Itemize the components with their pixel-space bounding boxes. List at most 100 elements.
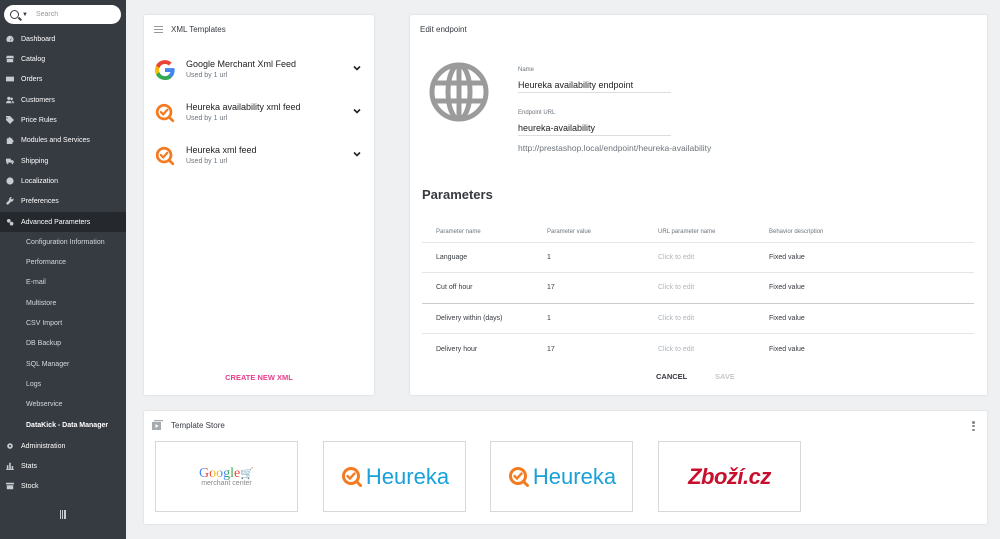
create-new-xml-button[interactable]: CREATE NEW XML <box>144 373 374 382</box>
template-name: Google Merchant Xml Feed <box>186 59 297 69</box>
behavior-cell[interactable]: Fixed value <box>755 272 974 303</box>
caret-down-icon[interactable]: ▼ <box>22 12 28 18</box>
submenu-item-performance[interactable]: Performance <box>26 256 66 270</box>
tag-icon <box>5 116 14 125</box>
wrench-icon <box>5 197 14 206</box>
sidebar-item-modules[interactable]: Modules and Services <box>0 130 126 150</box>
card-title: XML Templates <box>171 25 226 34</box>
submenu-item-csv-import[interactable]: CSV Import <box>26 317 62 331</box>
submenu-item-multistore[interactable]: Multistore <box>26 297 56 311</box>
sidebar-item-dashboard[interactable]: Dashboard <box>0 29 126 49</box>
heureka-icon <box>155 103 175 123</box>
sidebar-item-orders[interactable]: Orders <box>0 69 126 89</box>
sidebar-item-label: Preferences <box>21 197 59 205</box>
template-store-card: Template Store Google🛒 merchant center H… <box>144 411 987 524</box>
sidebar-item-stats[interactable]: Stats <box>0 456 126 476</box>
search-icon[interactable] <box>10 10 19 19</box>
more-vert-icon[interactable] <box>972 421 975 431</box>
chevron-down-icon[interactable] <box>352 63 362 73</box>
merchant-center-text: merchant center <box>201 480 252 487</box>
table-row: Cut off hour 17 Click to edit Fixed valu… <box>422 272 974 303</box>
submenu-item-datakick[interactable]: DataKick - Data Manager <box>26 419 108 433</box>
sidebar-item-price-rules[interactable]: Price Rules <box>0 110 126 130</box>
globe-icon <box>429 62 489 122</box>
template-usage: Used by 1 url <box>186 115 228 122</box>
column-header: Behavior description <box>769 228 824 235</box>
template-name: Heureka availability xml feed <box>186 102 301 112</box>
template-item-heureka-availability[interactable]: Heureka availability xml feed Used by 1 … <box>154 100 364 130</box>
template-usage: Used by 1 url <box>186 158 228 165</box>
parameters-table: Parameter name Parameter value URL param… <box>422 222 974 364</box>
submenu-item-sql-manager[interactable]: SQL Manager <box>26 358 69 372</box>
sidebar-item-label: Stats <box>21 462 37 470</box>
store-tile-zbozi[interactable]: Zboží.cz <box>658 441 801 512</box>
param-value[interactable]: 17 <box>533 272 644 303</box>
sidebar-item-stock[interactable]: Stock <box>0 476 126 496</box>
param-value[interactable]: 1 <box>533 241 644 273</box>
puzzle-icon <box>5 136 14 145</box>
behavior-cell[interactable]: Fixed value <box>755 241 974 273</box>
store-tile-heureka[interactable]: Heureka <box>323 441 466 512</box>
param-name: Language <box>422 241 533 273</box>
url-param-cell[interactable]: Click to edit <box>644 302 755 334</box>
sidebar-item-label: Stock <box>21 482 39 490</box>
full-url-text: http://prestashop.local/endpoint/heureka… <box>518 143 712 153</box>
url-param-cell[interactable]: Click to edit <box>644 333 755 364</box>
sidebar-item-catalog[interactable]: Catalog <box>0 49 126 69</box>
table-row: Delivery hour 17 Click to edit Fixed val… <box>422 333 974 364</box>
store-tile-google-merchant[interactable]: Google🛒 merchant center <box>155 441 298 512</box>
chevron-down-icon[interactable] <box>352 149 362 159</box>
submenu-item-webservice[interactable]: Webservice <box>26 398 62 412</box>
sidebar-item-label: Orders <box>21 75 43 83</box>
sidebar-item-localization[interactable]: Localization <box>0 171 126 191</box>
heureka-wordmark: Heureka <box>532 463 617 489</box>
param-name: Cut off hour <box>422 272 533 303</box>
bar-chart-icon <box>5 462 14 471</box>
column-header: URL parameter name <box>658 228 716 235</box>
sidebar-item-preferences[interactable]: Preferences <box>0 191 126 211</box>
template-item-heureka[interactable]: Heureka xml feed Used by 1 url <box>154 143 364 173</box>
heureka-logo: Heureka <box>340 464 449 490</box>
behavior-cell[interactable]: Fixed value <box>755 302 974 334</box>
edit-endpoint-card: Edit endpoint Name Heureka availability … <box>410 15 987 395</box>
template-item-google[interactable]: Google Merchant Xml Feed Used by 1 url <box>154 57 364 87</box>
store-tile-heureka-availability[interactable]: Heureka <box>490 441 633 512</box>
submenu-item-db-backup[interactable]: DB Backup <box>26 337 61 351</box>
sidebar-item-administration[interactable]: Administration <box>0 436 126 456</box>
heureka-icon <box>341 466 362 487</box>
chevron-down-icon[interactable] <box>352 106 362 116</box>
url-param-cell[interactable]: Click to edit <box>644 241 755 273</box>
search-input[interactable] <box>35 11 106 18</box>
table-header-row: Parameter name Parameter value URL param… <box>422 222 974 242</box>
url-param-cell[interactable]: Click to edit <box>644 272 755 303</box>
param-value[interactable]: 17 <box>533 333 644 364</box>
submenu-item-configuration-information[interactable]: Configuration Information <box>26 236 105 250</box>
behavior-cell[interactable]: Fixed value <box>755 333 974 364</box>
account-circle-icon <box>5 96 14 105</box>
param-value[interactable]: 1 <box>533 302 644 334</box>
table-row: Delivery within (days) 1 Click to edit F… <box>422 302 974 334</box>
sidebar-item-label: Administration <box>21 442 66 450</box>
sidebar-item-customers[interactable]: Customers <box>0 90 126 110</box>
collapse-menu-icon[interactable] <box>60 510 67 519</box>
submenu-item-email[interactable]: E-mail <box>26 276 46 290</box>
sidebar-item-advanced-parameters[interactable]: Advanced Parameters <box>0 212 126 232</box>
google-merchant-logo: Google🛒 merchant center <box>199 466 254 487</box>
sidebar-item-label: Dashboard <box>21 35 56 43</box>
cancel-button[interactable]: CANCEL <box>656 372 687 381</box>
save-button[interactable]: SAVE <box>715 372 735 381</box>
heureka-wordmark: Heureka <box>365 463 450 489</box>
endpoint-url-field[interactable]: heureka-availability <box>518 123 671 136</box>
table-row: Language 1 Click to edit Fixed value <box>422 241 974 273</box>
card-title: Edit endpoint <box>420 25 467 34</box>
name-field[interactable]: Heureka availability endpoint <box>518 80 671 93</box>
endpoint-url-label: Endpoint URL <box>518 110 556 116</box>
sidebar: ▼ Dashboard Catalog Orders Customers Pri… <box>0 0 126 539</box>
sidebar-item-shipping[interactable]: Shipping <box>0 151 126 171</box>
sidebar-item-label: Modules and Services <box>21 136 90 144</box>
zbozi-logo: Zboží.cz <box>688 463 771 489</box>
name-label: Name <box>518 67 535 73</box>
submenu-item-logs[interactable]: Logs <box>26 378 41 392</box>
param-name: Delivery hour <box>422 333 533 364</box>
search-box[interactable]: ▼ <box>4 5 121 24</box>
